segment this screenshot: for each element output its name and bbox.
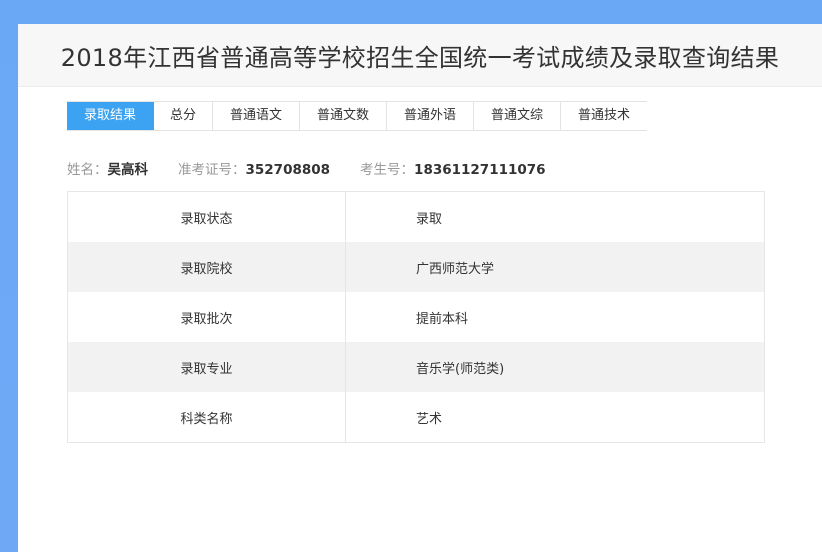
candidate-info: 姓名：吴高科 准考证号：352708808 考生号：18361127111076 xyxy=(67,158,576,178)
result-panel: 2018年江西省普通高等学校招生全国统一考试成绩及录取查询结果 录取结果 总分 … xyxy=(18,24,822,552)
tab-liberal-arts[interactable]: 普通文综 xyxy=(474,102,561,130)
row-key: 录取专业 xyxy=(67,342,346,392)
tab-bar: 录取结果 总分 普通语文 普通文数 普通外语 普通文综 普通技术 xyxy=(67,101,647,131)
row-value: 音乐学(师范类) xyxy=(345,342,765,392)
tab-technology[interactable]: 普通技术 xyxy=(561,102,647,130)
tab-math[interactable]: 普通文数 xyxy=(300,102,387,130)
exam-number-field: 准考证号：352708808 xyxy=(178,158,330,178)
student-number-label: 考生号： xyxy=(360,162,415,178)
page-title: 2018年江西省普通高等学校招生全国统一考试成绩及录取查询结果 xyxy=(60,43,780,72)
row-value: 艺术 xyxy=(416,411,443,427)
tab-foreign-language[interactable]: 普通外语 xyxy=(387,102,474,130)
table-row: 录取批次 提前本科 xyxy=(67,292,765,342)
tab-admission-result[interactable]: 录取结果 xyxy=(67,102,154,130)
row-key: 录取批次 xyxy=(67,292,346,342)
table-row: 录取院校 广西师范大学 xyxy=(67,242,765,292)
student-number-field: 考生号：18361127111076 xyxy=(360,158,546,178)
table-row: 录取状态 录取 xyxy=(67,191,765,242)
row-value: 提前本科 xyxy=(416,311,469,327)
row-value: 广西师范大学 xyxy=(345,242,765,292)
title-bar: 2018年江西省普通高等学校招生全国统一考试成绩及录取查询结果 xyxy=(18,24,822,87)
row-key: 录取院校 xyxy=(67,242,346,292)
tab-total-score[interactable]: 总分 xyxy=(154,102,213,130)
table-row: 录取专业 音乐学(师范类) xyxy=(67,342,765,392)
table-row: 科类名称 艺术 xyxy=(67,392,765,443)
row-key: 录取状态 xyxy=(67,191,346,242)
exam-number-value: 352708808 xyxy=(245,162,331,178)
exam-number-label: 准考证号： xyxy=(178,162,246,178)
name-value: 吴高科 xyxy=(107,162,149,178)
name-field: 姓名：吴高科 xyxy=(67,158,148,178)
admission-table: 录取状态 录取 录取院校 广西师范大学 录取批次 提前本科 录取专业 音乐学(师… xyxy=(67,191,765,443)
student-number-value: 18361127111076 xyxy=(414,162,546,178)
row-value: 录取 xyxy=(416,211,443,227)
name-label: 姓名： xyxy=(67,162,108,178)
tab-chinese[interactable]: 普通语文 xyxy=(213,102,300,130)
row-key: 科类名称 xyxy=(67,392,346,443)
